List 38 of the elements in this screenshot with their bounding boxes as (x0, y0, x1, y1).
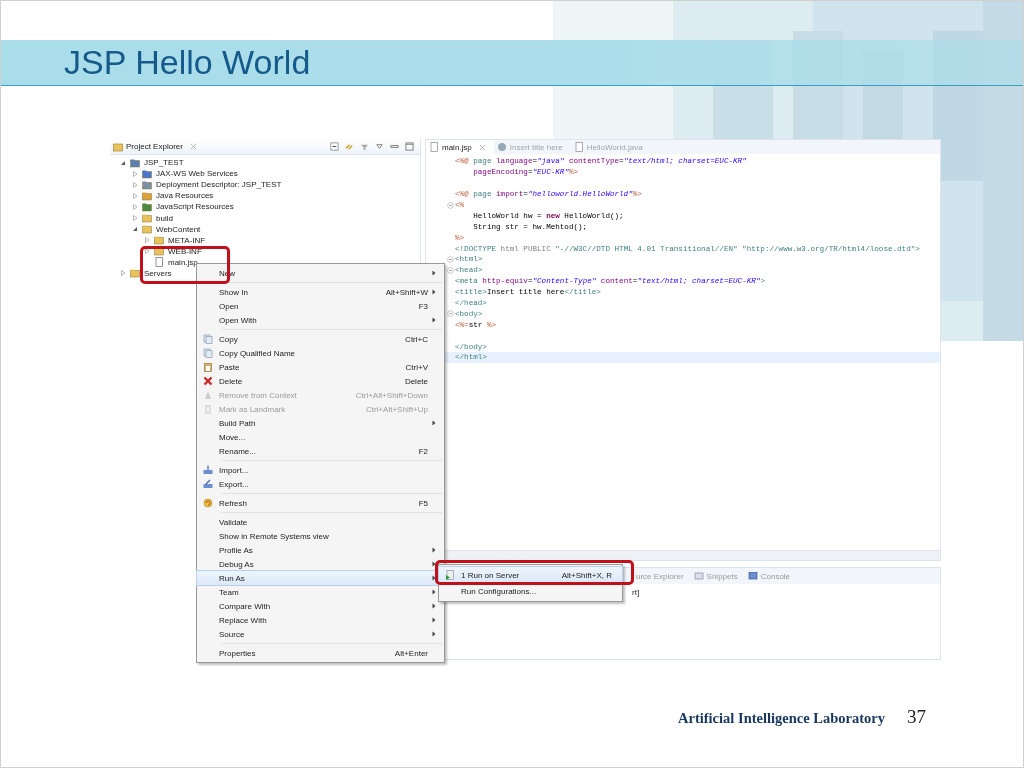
menu-item[interactable]: Open With (197, 313, 444, 327)
menu-item[interactable]: Open F3 (197, 299, 444, 313)
menu-item[interactable]: Export... (197, 477, 444, 491)
menu-item[interactable]: Rename... F2 (197, 444, 444, 458)
tree-item[interactable]: main.jsp (168, 257, 198, 267)
tree-item[interactable]: JAX-WS Web Services (156, 169, 238, 179)
menu-item[interactable]: Build Path (197, 416, 444, 430)
tree-item[interactable]: build (156, 213, 173, 223)
explorer-tab[interactable]: Project Explorer (110, 141, 197, 152)
page-number: 37 (907, 706, 926, 728)
tree-item[interactable]: META-INF (168, 235, 206, 245)
tree-item[interactable]: JSP_TEST (144, 158, 184, 168)
menu-item[interactable]: Refresh F5 (197, 496, 444, 510)
tree-item[interactable]: JavaScript Resources (156, 202, 234, 212)
tree-item[interactable]: Deployment Descriptor: JSP_TEST (156, 180, 282, 190)
menu-item[interactable]: Validate (197, 515, 444, 529)
tree-item[interactable]: WEB-INF (168, 246, 202, 256)
menu-item[interactable]: 1 Run on Server Alt+Shift+X, R (439, 567, 622, 583)
slide-title: JSP Hello World (64, 43, 311, 82)
footer-text: Artificial Intelligence Laboratory (678, 710, 885, 727)
menu-item[interactable]: Paste Ctrl+V (197, 360, 444, 374)
tree-item[interactable]: Java Resources (156, 191, 214, 201)
editor-tab[interactable]: main.jsp (426, 140, 494, 154)
menu-item[interactable]: Copy Qualified Name (197, 346, 444, 360)
menu-item[interactable]: Show In Alt+Shift+W (197, 285, 444, 299)
menu-item[interactable]: Copy Ctrl+C (197, 332, 444, 346)
tree-item[interactable]: Servers (144, 269, 172, 278)
menu-item[interactable]: Compare With (197, 599, 444, 613)
menu-item[interactable]: Replace With (197, 613, 444, 627)
menu-item[interactable]: Show in Remote Systems view (197, 529, 444, 543)
menu-item[interactable]: Properties Alt+Enter (197, 646, 444, 660)
console-text: rt] (632, 588, 640, 597)
menu-item[interactable]: Profile As (197, 543, 444, 557)
menu-item[interactable]: Move... (197, 430, 444, 444)
tree-item[interactable]: WebContent (156, 224, 201, 234)
menu-item[interactable]: Import... (197, 463, 444, 477)
menu-item[interactable]: Delete Delete (197, 374, 444, 388)
menu-item[interactable]: Source (197, 627, 444, 641)
